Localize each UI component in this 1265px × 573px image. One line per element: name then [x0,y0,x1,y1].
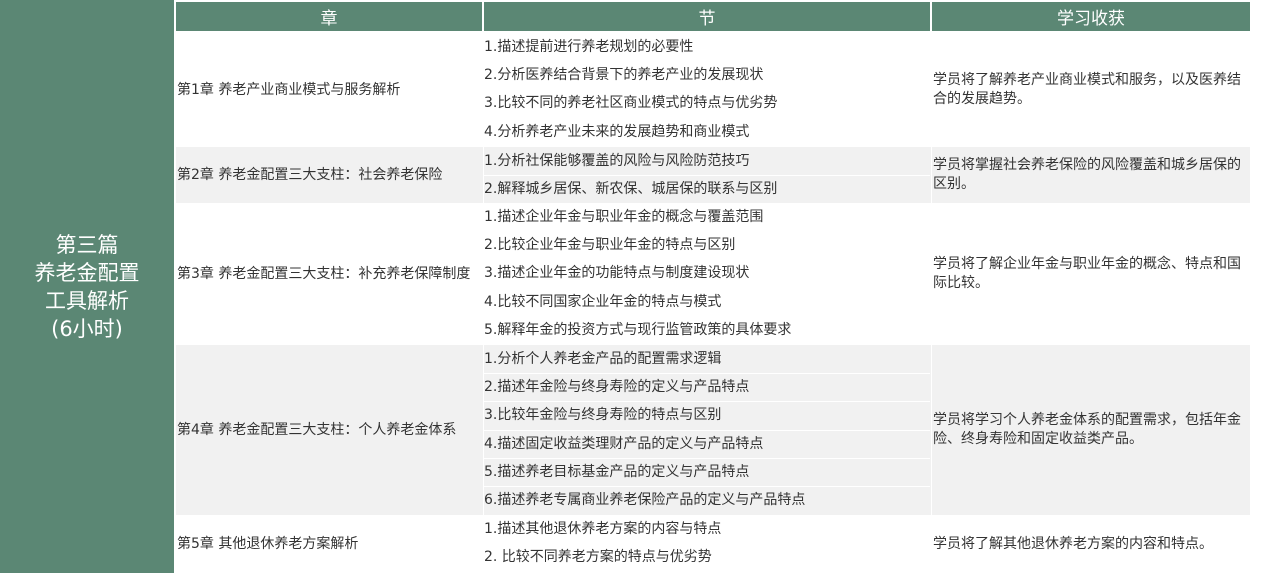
row-divider [484,175,930,176]
row-divider [484,89,930,90]
section-item: 5.解释年金的投资方式与现行监管政策的具体要求 [484,322,792,338]
row-divider [484,486,930,487]
gain-text: 学员将了解其他退休养老方案的内容和特点。 [933,535,1213,552]
chapter-cell: 第2章 养老金配置三大支柱：社会养老保险 [177,147,482,203]
row-divider [484,118,930,119]
section-item: 1.描述其他退休养老方案的内容与特点 [484,521,722,537]
part-title-line-3: 工具解析 [45,288,129,313]
header-section: 节 [484,2,930,31]
gain-cell: 学员将了解养老产业商业模式和服务，以及医养结合的发展趋势。 [933,33,1249,147]
part-title-line-1: 第三篇 [55,232,119,257]
chapter-cell: 第3章 养老金配置三大支柱：补充养老保障制度 [177,203,482,345]
section-item: 4.描述固定收益类理财产品的定义与产品特点 [484,436,764,452]
section-item: 5.描述养老目标基金产品的定义与产品特点 [484,464,750,480]
section-item: 1.分析社保能够覆盖的风险与风险防范技巧 [484,153,750,169]
section-item: 1.分析个人养老金产品的配置需求逻辑 [484,351,722,367]
column-divider [931,2,932,573]
gain-cell: 学员将了解企业年金与职业年金的概念、特点和国际比较。 [933,203,1249,345]
section-item: 4.比较不同国家企业年金的特点与模式 [484,294,722,310]
section-item: 2.比较企业年金与职业年金的特点与区别 [484,237,736,253]
gain-text: 学员将掌握社会养老保险的风险覆盖和城乡居保的区别。 [933,157,1241,192]
gain-text: 学员将了解企业年金与职业年金的概念、特点和国际比较。 [933,256,1241,291]
part-hours: (6小时) [51,316,123,341]
chapter-title: 第5章 其他退休养老方案解析 [177,536,359,552]
gain-text: 学员将学习个人养老金体系的配置需求，包括年金险、终身寿险和固定收益类产品。 [933,412,1241,447]
row-divider [484,401,930,402]
chapter-title: 第2章 养老金配置三大支柱：社会养老保险 [177,167,443,183]
chapter-title: 第4章 养老金配置三大支柱：个人养老金体系 [177,422,457,438]
gain-cell: 学员将了解其他退休养老方案的内容和特点。 [933,515,1249,573]
section-item: 6.描述养老专属商业养老保险产品的定义与产品特点 [484,492,806,508]
section-item: 2.解释城乡居保、新农保、城居保的联系与区别 [484,181,778,197]
column-divider [483,2,484,573]
section-item: 2. 比较不同养老方案的特点与优劣势 [484,549,712,565]
chapter-cell: 第1章 养老产业商业模式与服务解析 [177,33,482,147]
header-chapter: 章 [176,2,482,31]
section-item: 3.描述企业年金的功能特点与制度建设现状 [484,265,750,281]
section-item: 3.比较不同的养老社区商业模式的特点与优劣势 [484,95,778,111]
chapter-cell: 第4章 养老金配置三大支柱：个人养老金体系 [177,345,482,515]
header-gain: 学习收获 [932,2,1250,31]
part-title-cell: 第三篇 养老金配置 工具解析 (6小时) [0,0,174,573]
section-item: 3.比较年金险与终身寿险的特点与区别 [484,407,722,423]
section-item: 2.描述年金险与终身寿险的定义与产品特点 [484,379,750,395]
row-divider [484,373,930,374]
part-title-line-2: 养老金配置 [34,260,140,285]
chapter-title: 第3章 养老金配置三大支柱：补充养老保障制度 [177,266,471,282]
section-item: 4.分析养老产业未来的发展趋势和商业模式 [484,124,750,140]
row-divider [484,61,930,62]
chapter-cell: 第5章 其他退休养老方案解析 [177,515,482,573]
row-divider [484,430,930,431]
gain-text: 学员将了解养老产业商业模式和服务，以及医养结合的发展趋势。 [933,72,1241,107]
section-item: 1.描述提前进行养老规划的必要性 [484,39,694,55]
section-item: 2.分析医养结合背景下的养老产业的发展现状 [484,67,764,83]
gain-cell: 学员将学习个人养老金体系的配置需求，包括年金险、终身寿险和固定收益类产品。 [933,345,1249,515]
chapter-title: 第1章 养老产业商业模式与服务解析 [177,82,401,98]
gain-cell: 学员将掌握社会养老保险的风险覆盖和城乡居保的区别。 [933,147,1249,203]
row-divider [484,458,930,459]
section-item: 1.描述企业年金与职业年金的概念与覆盖范围 [484,209,764,225]
